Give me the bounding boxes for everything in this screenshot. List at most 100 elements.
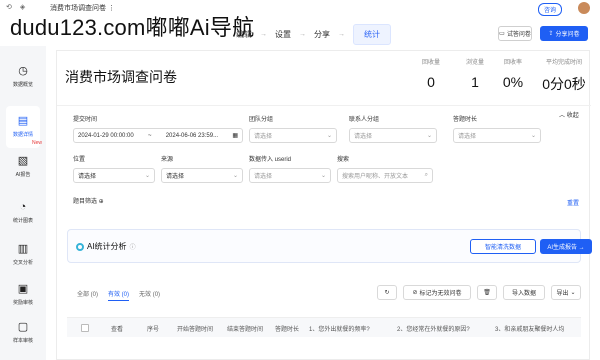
sidebar: ◷ 数据概览 ▤ 数据详情 New ▧ AI报告 ◔ 统计图表 ▥ 交叉分析 ▣… bbox=[0, 46, 46, 360]
source-select[interactable]: 请选择 ⌄ bbox=[161, 168, 243, 183]
end-date: 2024-06-06 23:59... bbox=[165, 132, 219, 139]
stat-value: 1 bbox=[471, 74, 479, 90]
ai-report-button[interactable]: AI生成报告 → bbox=[540, 239, 592, 254]
reset-link[interactable]: 重置 bbox=[567, 198, 579, 207]
message-check-icon: ▢ bbox=[17, 321, 29, 333]
tab-invalid[interactable]: 无效 (0) bbox=[139, 289, 160, 301]
col-q3[interactable]: 3、和亲戚朋友聚餐时人均 bbox=[495, 324, 581, 333]
refresh-button[interactable]: ↻ bbox=[377, 285, 397, 300]
team-group-label: 团队分组 bbox=[249, 117, 274, 123]
consult-button[interactable]: 咨询 bbox=[538, 3, 563, 16]
bar-chart-icon: ▥ bbox=[17, 243, 29, 255]
range-separator: ~ bbox=[147, 132, 152, 139]
location-select[interactable]: 请选择 ⌄ bbox=[73, 168, 155, 183]
data-tabs: 全部 (0) 有效 (0) 无效 (0) bbox=[77, 289, 160, 301]
clock-icon: ◷ bbox=[18, 65, 28, 77]
col-view[interactable]: 查看 bbox=[111, 324, 141, 333]
sidebar-item-overview[interactable]: ◷ 数据概览 bbox=[6, 56, 40, 98]
arrow-icon: → bbox=[338, 31, 345, 38]
sidebar-item-label: 数据详情 bbox=[12, 132, 33, 138]
share-button[interactable]: ⇪ 分享问卷 bbox=[540, 26, 588, 41]
sidebar-item-label: 数据概览 bbox=[12, 82, 33, 88]
export-button[interactable]: 导出 ⌄ bbox=[551, 285, 581, 300]
contact-group-label: 联系人分组 bbox=[349, 117, 380, 123]
sidebar-item-sample-review[interactable]: ▢ 样本审核 bbox=[6, 312, 40, 354]
sidebar-item-label: 交叉分析 bbox=[12, 260, 33, 266]
question-filter-toggle[interactable]: 题目筛选 ⊕ bbox=[73, 196, 104, 205]
stat-value: 0% bbox=[502, 74, 524, 90]
sidebar-item-label: 统计图表 bbox=[12, 218, 33, 224]
stat-label: 平均完成时间 bbox=[545, 60, 582, 66]
location-label: 位置 bbox=[73, 157, 86, 163]
step-stats[interactable]: 统计 bbox=[353, 24, 391, 45]
sidebar-item-ai-report[interactable]: New ▧ AI报告 bbox=[6, 140, 42, 188]
answer-duration-label: 答题时长 bbox=[453, 117, 478, 123]
avatar[interactable] bbox=[578, 2, 590, 14]
userid-select[interactable]: 请选择 ⌄ bbox=[249, 168, 331, 183]
col-duration[interactable]: 答题时长 bbox=[275, 324, 305, 333]
watermark-text: dudu123.com嘟嘟Ai导航 bbox=[10, 15, 255, 40]
chevron-down-icon: ⌄ bbox=[320, 173, 326, 179]
help-icon[interactable]: ⓘ bbox=[130, 242, 136, 251]
stat-label: 回收量 bbox=[421, 60, 440, 66]
col-q1[interactable]: 1、您外出就餐的频率? bbox=[309, 324, 389, 333]
refresh-icon: ↻ bbox=[384, 290, 390, 296]
chevron-down-icon: ⌄ bbox=[426, 133, 432, 139]
stat-views: 浏览量 1 bbox=[455, 57, 495, 90]
submit-time-range[interactable]: 2024-01-29 00:00:00 ~ 2024-06-06 23:59..… bbox=[73, 128, 243, 143]
chevron-down-icon: ⌄ bbox=[326, 133, 332, 139]
ai-title: AI统计分析 ⓘ bbox=[76, 241, 136, 252]
step-share[interactable]: 分享 bbox=[314, 29, 330, 40]
select-all-checkbox[interactable] bbox=[81, 324, 89, 332]
search-icon: ⌕ bbox=[424, 172, 428, 178]
document-list-icon: ▤ bbox=[17, 115, 29, 127]
collapse-toggle[interactable]: ︿ 收起 bbox=[559, 110, 579, 119]
sidebar-item-reward-review[interactable]: ▣ 奖励审核 bbox=[6, 274, 40, 316]
start-date: 2024-01-29 00:00:00 bbox=[78, 132, 134, 139]
share-icon: ⇪ bbox=[548, 31, 554, 37]
chevron-down-icon: ⌄ bbox=[232, 173, 238, 179]
preview-button[interactable]: ▭ 试答问卷 bbox=[498, 26, 532, 41]
ai-logo-icon bbox=[76, 242, 84, 251]
ban-icon: ⊘ bbox=[412, 290, 418, 296]
import-button[interactable]: 导入数据 bbox=[503, 285, 545, 300]
search-label: 搜索 bbox=[337, 157, 350, 163]
col-index[interactable]: 序号 bbox=[147, 324, 173, 333]
monitor-icon: ▭ bbox=[499, 31, 505, 37]
ai-report-icon: ▧ bbox=[17, 155, 29, 167]
new-badge: New bbox=[31, 140, 42, 146]
chevron-up-icon: ︿ bbox=[559, 113, 566, 119]
step-edit[interactable]: 编辑 bbox=[236, 29, 252, 40]
calendar-icon: ▦ bbox=[232, 133, 238, 139]
workflow-steps: 编辑 → 设置 → 分享 → 统计 bbox=[236, 24, 391, 45]
col-end-time[interactable]: 结束答题时间 bbox=[227, 324, 271, 333]
page-title: 消费市场调查问卷 bbox=[65, 69, 177, 85]
delete-button[interactable]: 🗑 bbox=[477, 285, 497, 300]
preview-label: 试答问卷 bbox=[506, 32, 531, 38]
main-panel: 消费市场调查问卷 回收量 0 浏览量 1 回收率 0% 平均完成时间 0分0秒 … bbox=[56, 50, 592, 360]
share-label: 分享问卷 bbox=[555, 32, 580, 38]
contact-group-select[interactable]: 请选择 ⌄ bbox=[349, 128, 437, 143]
gift-icon: ▣ bbox=[17, 283, 29, 295]
col-q2[interactable]: 2、您经常在外就餐的原因? bbox=[397, 324, 487, 333]
stat-value: 0 bbox=[427, 74, 435, 90]
stat-response-rate: 回收率 0% bbox=[493, 57, 533, 90]
search-input[interactable]: 搜索用户昵称、开放文本 ⌕ bbox=[337, 168, 433, 183]
arrow-icon: → bbox=[299, 31, 306, 38]
sidebar-item-charts[interactable]: ◔ 统计图表 bbox=[6, 192, 40, 234]
trash-icon: 🗑 bbox=[483, 290, 491, 296]
source-label: 来源 bbox=[161, 157, 174, 163]
sidebar-item-label: 样本审核 bbox=[12, 338, 33, 344]
sidebar-item-cross-analysis[interactable]: ▥ 交叉分析 bbox=[6, 234, 40, 276]
mark-invalid-button[interactable]: ⊘ 标记为无效问卷 bbox=[403, 285, 471, 300]
table-header: 查看 序号 开始答题时间 结束答题时间 答题时长 1、您外出就餐的频率? 2、您… bbox=[67, 317, 581, 337]
step-settings[interactable]: 设置 bbox=[275, 29, 291, 40]
smart-clean-button[interactable]: 智能清洗数据 bbox=[470, 239, 536, 254]
tab-valid[interactable]: 有效 (0) bbox=[108, 289, 130, 301]
team-group-select[interactable]: 请选择 ⌄ bbox=[249, 128, 337, 143]
answer-duration-select[interactable]: 请选择 ⌄ bbox=[453, 128, 541, 143]
col-start-time[interactable]: 开始答题时间 bbox=[177, 324, 221, 333]
top-bar: ⟲ ◈ 消费市场调查问卷 ⋮ dudu123.com嘟嘟Ai导航 编辑 → 设置… bbox=[0, 0, 600, 46]
tab-all[interactable]: 全部 (0) bbox=[77, 289, 98, 301]
sidebar-item-label: 奖励审核 bbox=[12, 300, 33, 306]
